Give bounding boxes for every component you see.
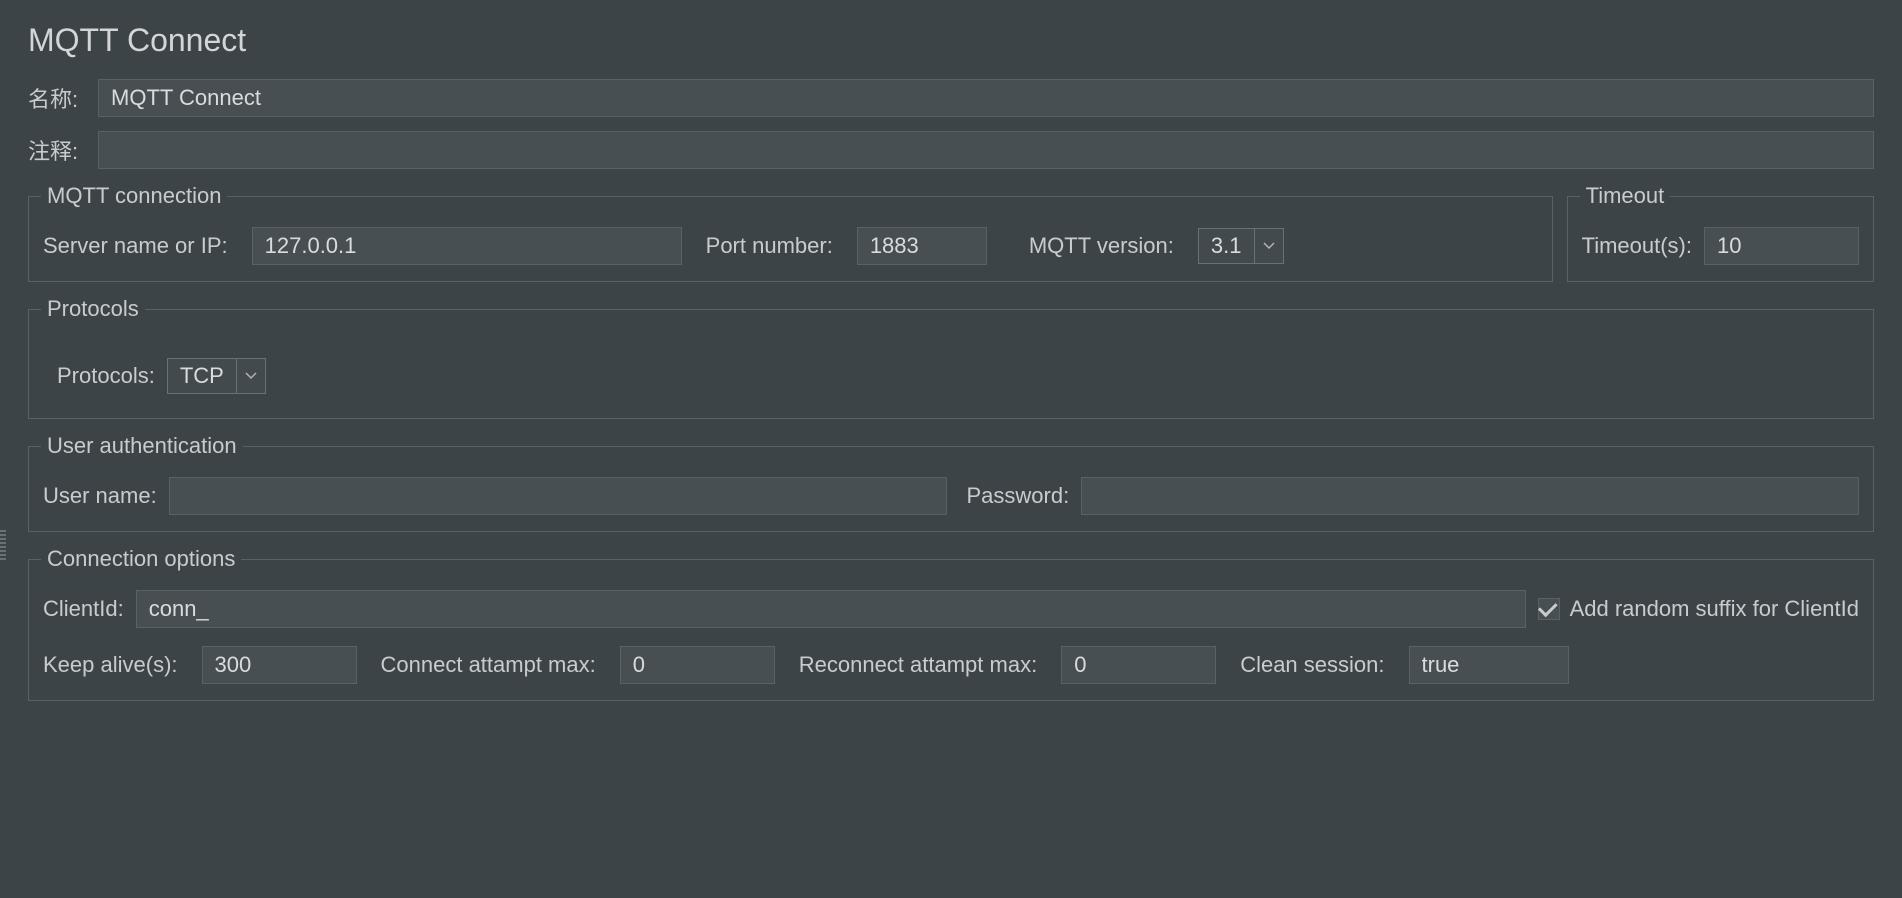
clean-session-label: Clean session: <box>1240 652 1384 678</box>
username-input[interactable] <box>169 477 947 515</box>
connect-attempt-input[interactable] <box>620 646 775 684</box>
comment-input[interactable] <box>98 131 1874 169</box>
keepalive-label: Keep alive(s): <box>43 652 178 678</box>
protocols-select[interactable]: TCP <box>167 358 266 394</box>
protocols-label: Protocols: <box>57 363 155 389</box>
server-input[interactable] <box>252 227 682 265</box>
user-auth-legend: User authentication <box>41 433 243 459</box>
comment-label: 注释: <box>28 134 98 166</box>
connection-options-legend: Connection options <box>41 546 241 572</box>
mqtt-version-value: 3.1 <box>1199 229 1255 263</box>
mqtt-version-label: MQTT version: <box>1029 233 1174 259</box>
port-input[interactable] <box>857 227 987 265</box>
mqtt-connection-legend: MQTT connection <box>41 183 227 209</box>
protocols-value: TCP <box>168 359 237 393</box>
connection-timeout-row: MQTT connection Server name or IP: Port … <box>28 183 1874 282</box>
user-auth-fieldset: User authentication User name: Password: <box>28 433 1874 532</box>
server-label: Server name or IP: <box>43 233 228 259</box>
mqtt-version-select[interactable]: 3.1 <box>1198 228 1284 264</box>
clean-session-input[interactable] <box>1409 646 1569 684</box>
name-input[interactable] <box>98 79 1874 117</box>
connection-options-fieldset: Connection options ClientId: Add random … <box>28 546 1874 701</box>
comment-row: 注释: <box>28 131 1874 169</box>
chevron-down-icon <box>237 359 265 393</box>
drag-handle-icon[interactable] <box>0 530 6 560</box>
protocols-legend: Protocols <box>41 296 145 322</box>
name-row: 名称: <box>28 79 1874 117</box>
timeout-legend: Timeout <box>1580 183 1671 209</box>
timeout-fieldset: Timeout Timeout(s): <box>1567 183 1874 282</box>
port-label: Port number: <box>706 233 833 259</box>
password-input[interactable] <box>1081 477 1859 515</box>
mqtt-connection-fieldset: MQTT connection Server name or IP: Port … <box>28 183 1553 282</box>
name-label: 名称: <box>28 82 98 114</box>
password-label: Password: <box>967 483 1070 509</box>
protocols-fieldset: Protocols Protocols: TCP <box>28 296 1874 419</box>
username-label: User name: <box>43 483 157 509</box>
clientid-input[interactable] <box>136 590 1526 628</box>
page-title: MQTT Connect <box>0 0 1902 79</box>
reconnect-attempt-label: Reconnect attampt max: <box>799 652 1037 678</box>
random-suffix-checkbox[interactable] <box>1538 598 1560 620</box>
connect-attempt-label: Connect attampt max: <box>381 652 596 678</box>
timeout-label: Timeout(s): <box>1582 233 1692 259</box>
keepalive-input[interactable] <box>202 646 357 684</box>
timeout-input[interactable] <box>1704 227 1859 265</box>
reconnect-attempt-input[interactable] <box>1061 646 1216 684</box>
chevron-down-icon <box>1255 229 1283 263</box>
random-suffix-checkbox-wrapper[interactable]: Add random suffix for ClientId <box>1538 596 1859 622</box>
clientid-label: ClientId: <box>43 596 124 622</box>
form-container: 名称: 注释: MQTT connection Server name or I… <box>0 79 1902 701</box>
random-suffix-label: Add random suffix for ClientId <box>1570 596 1859 622</box>
